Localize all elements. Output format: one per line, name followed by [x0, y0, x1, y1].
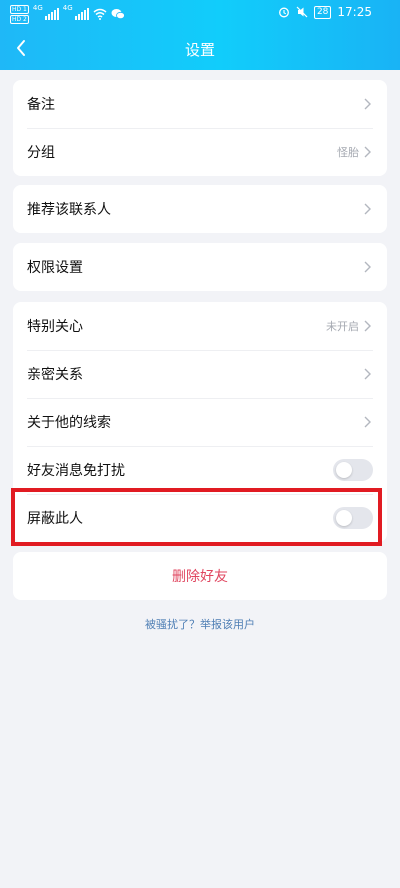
block-person-row: 屏蔽此人: [13, 494, 387, 542]
permission-card: 权限设置: [13, 243, 387, 291]
mute-notifications-row: 好友消息免打扰: [13, 446, 387, 494]
chevron-right-icon: [364, 146, 371, 158]
block-person-label: 屏蔽此人: [27, 511, 83, 527]
chevron-right-icon: [364, 203, 371, 215]
delete-friend-button[interactable]: 删除好友: [13, 552, 387, 600]
network-type-1: 4G: [32, 4, 43, 12]
recommend-contact-label: 推荐该联系人: [27, 202, 111, 218]
remark-row[interactable]: 备注: [13, 80, 387, 128]
chevron-right-icon: [364, 261, 371, 273]
status-bar: HD 1 HD 2 4G 4G 28 17:25: [0, 0, 400, 28]
wifi-icon: [93, 8, 107, 20]
hd2-indicator: HD 2: [10, 14, 29, 24]
permission-settings-label: 权限设置: [27, 260, 83, 276]
special-care-value: 未开启: [326, 320, 359, 333]
delete-card: 删除好友: [13, 552, 387, 600]
relation-settings-card: 特别关心 未开启 亲密关系 关于他的线索 好友消息免打扰 屏蔽此人: [13, 302, 387, 542]
network-type-2: 4G: [62, 4, 73, 12]
intimate-relation-row[interactable]: 亲密关系: [13, 350, 387, 398]
chevron-right-icon: [364, 98, 371, 110]
chevron-right-icon: [364, 368, 371, 380]
special-care-label: 特别关心: [27, 319, 83, 335]
clues-label: 关于他的线索: [27, 415, 111, 431]
mute-notifications-label: 好友消息免打扰: [27, 463, 125, 479]
remark-label: 备注: [27, 97, 55, 113]
wechat-icon: [111, 9, 125, 20]
page-title: 设置: [184, 41, 215, 59]
toggle-knob: [336, 462, 352, 478]
mute-icon: [296, 6, 308, 18]
permission-settings-row[interactable]: 权限设置: [13, 243, 387, 291]
header-bar: HD 1 HD 2 4G 4G 28 17:25 设置: [0, 0, 400, 70]
special-care-row[interactable]: 特别关心 未开启: [13, 302, 387, 350]
group-value: 怪胎: [337, 146, 359, 159]
chevron-right-icon: [364, 416, 371, 428]
hd1-indicator: HD 1: [10, 4, 29, 14]
navigation-bar: 设置: [0, 30, 400, 70]
clues-row[interactable]: 关于他的线索: [13, 398, 387, 446]
chevron-right-icon: [364, 320, 371, 332]
toggle-knob: [336, 510, 352, 526]
recommend-contact-row[interactable]: 推荐该联系人: [13, 185, 387, 233]
signal-icon-2: [74, 8, 89, 20]
intimate-relation-label: 亲密关系: [27, 367, 83, 383]
mute-notifications-toggle[interactable]: [333, 459, 373, 481]
group-row[interactable]: 分组 怪胎: [13, 128, 387, 176]
profile-settings-card: 备注 分组 怪胎: [13, 80, 387, 176]
signal-icon: [44, 8, 59, 20]
group-label: 分组: [27, 145, 55, 161]
block-person-toggle[interactable]: [333, 507, 373, 529]
alarm-icon: [279, 7, 289, 18]
recommend-card: 推荐该联系人: [13, 185, 387, 233]
delete-friend-label: 删除好友: [172, 569, 228, 585]
battery-indicator: 28: [313, 5, 332, 19]
clock: 17:25: [337, 5, 372, 19]
report-user-link[interactable]: 被骚扰了？举报该用户: [0, 616, 400, 632]
